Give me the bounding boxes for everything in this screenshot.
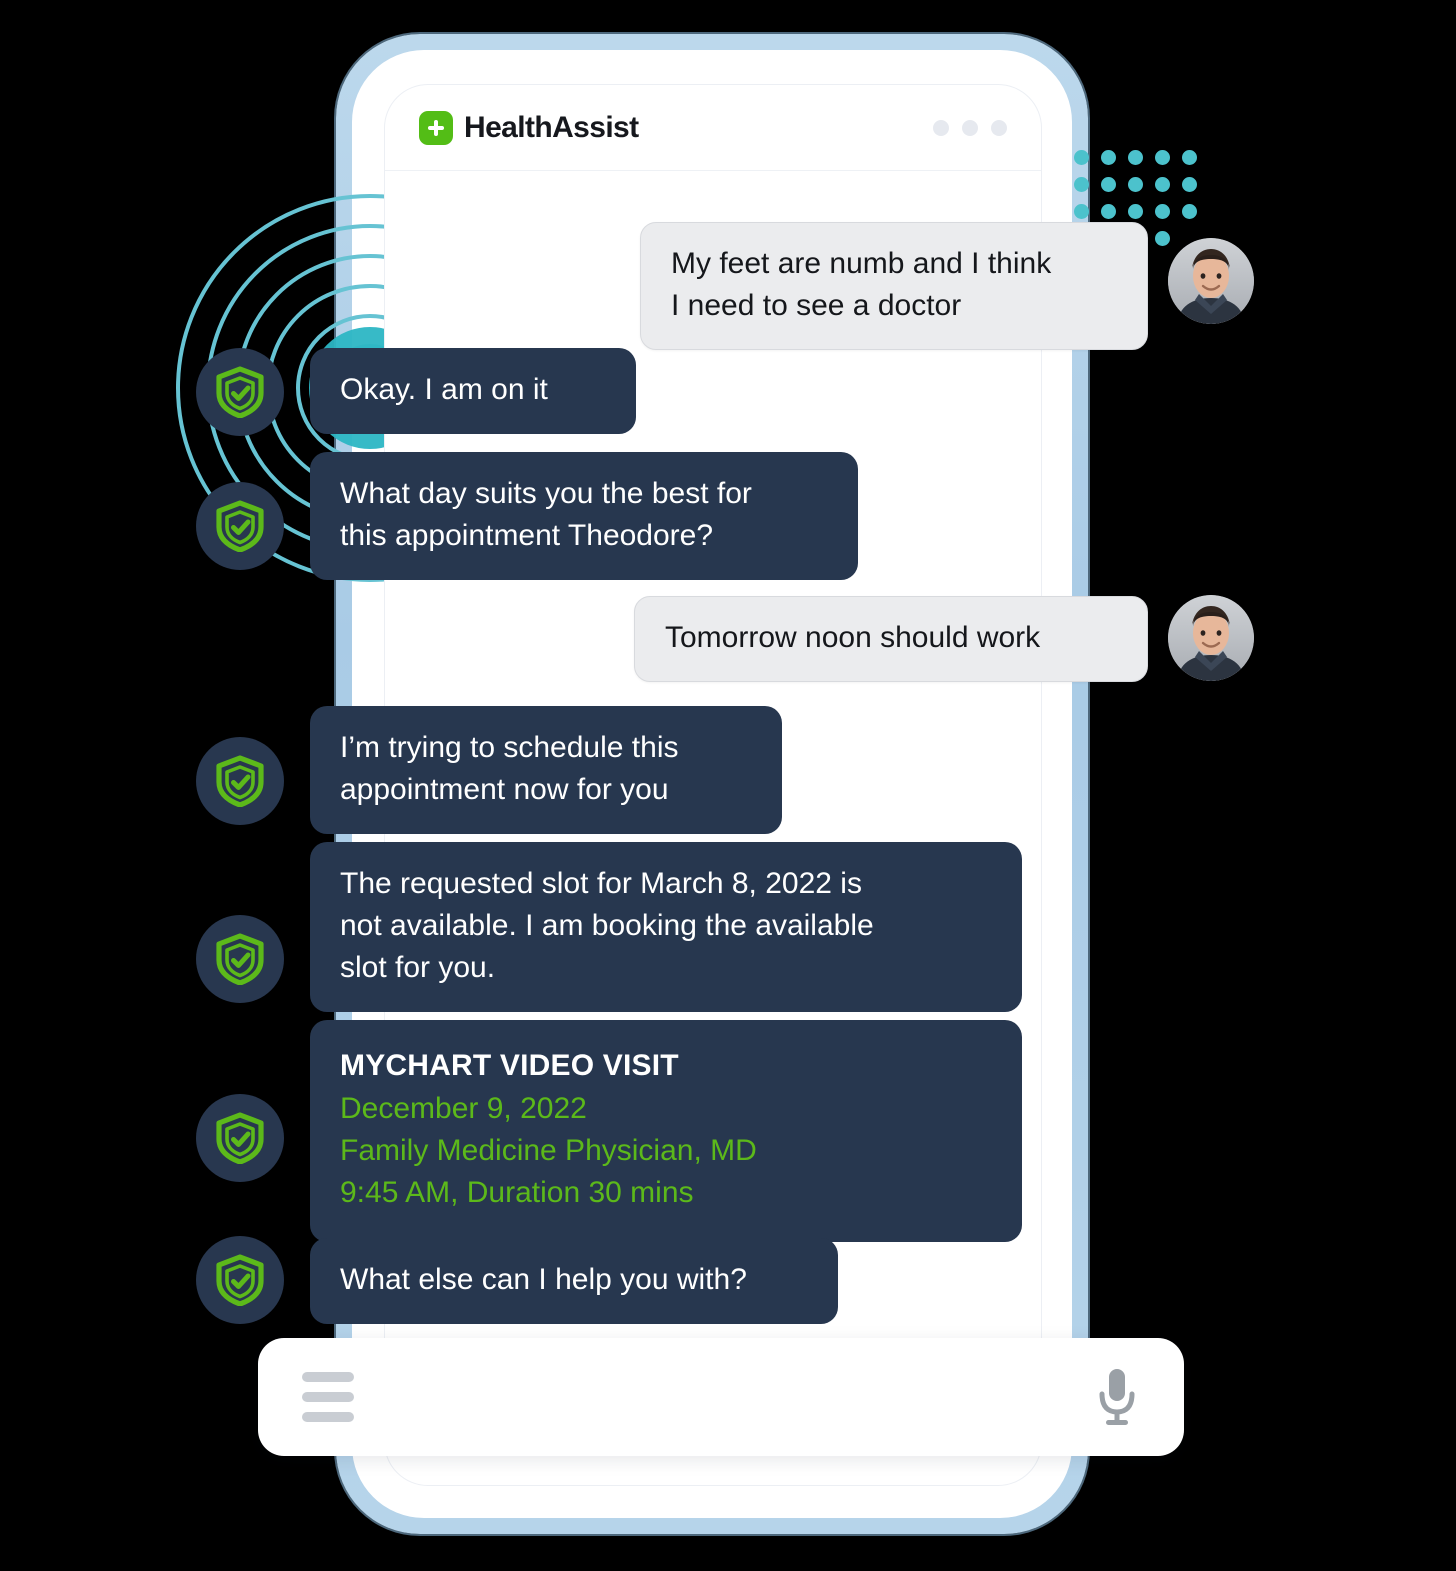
dot-1 bbox=[933, 119, 949, 136]
microphone-icon[interactable] bbox=[1094, 1366, 1140, 1428]
message-line: this appointment Theodore? bbox=[340, 519, 714, 552]
message-bubble-bot: I’m trying to schedule this appointment … bbox=[310, 706, 782, 834]
grid-dot bbox=[1074, 204, 1089, 219]
grid-dot bbox=[1182, 177, 1197, 192]
avatar bbox=[1168, 238, 1254, 324]
screenshot-root: HealthAssist My feet are numb and I thin… bbox=[0, 0, 1456, 1571]
message-line: I need to see a doctor bbox=[671, 289, 962, 322]
message-line: slot for you. bbox=[340, 951, 496, 984]
three-dots-icon[interactable] bbox=[933, 119, 1007, 136]
hamburger-menu-icon[interactable] bbox=[302, 1372, 354, 1422]
message-line: Tomorrow noon should work bbox=[665, 621, 1041, 654]
shield-check-icon bbox=[216, 500, 264, 552]
appointment-card[interactable]: MYCHART VIDEO VISIT December 9, 2022 Fam… bbox=[310, 1020, 1022, 1242]
appointment-date: December 9, 2022 bbox=[340, 1092, 587, 1125]
green-plus-badge-icon bbox=[419, 110, 453, 145]
message-bubble-bot: What else can I help you with? bbox=[310, 1238, 838, 1324]
dot-2 bbox=[962, 119, 978, 136]
avatar bbox=[196, 348, 284, 436]
shield-check-icon bbox=[216, 933, 264, 985]
microphone-glyph bbox=[1099, 1369, 1135, 1425]
shield-check-icon bbox=[216, 1254, 264, 1306]
grid-dot bbox=[1128, 150, 1143, 165]
avatar bbox=[196, 915, 284, 1003]
dot-3 bbox=[991, 119, 1007, 136]
grid-dot bbox=[1155, 177, 1170, 192]
message-line: The requested slot for March 8, 2022 is bbox=[340, 867, 862, 900]
message-line: What else can I help you with? bbox=[340, 1263, 747, 1296]
message-bubble-user: My feet are numb and I think I need to s… bbox=[640, 222, 1148, 350]
grid-dot bbox=[1101, 204, 1116, 219]
shield-check-icon bbox=[216, 1112, 264, 1164]
avatar bbox=[196, 1236, 284, 1324]
message-line: appointment now for you bbox=[340, 773, 669, 806]
message-bubble-user: Tomorrow noon should work bbox=[634, 596, 1148, 682]
user-photo-avatar bbox=[1168, 238, 1254, 324]
appointment-time: 9:45 AM, Duration 30 mins bbox=[340, 1176, 694, 1209]
avatar bbox=[196, 737, 284, 825]
hamburger-bar-3 bbox=[302, 1412, 354, 1422]
user-photo-avatar bbox=[1168, 595, 1254, 681]
shield-check-icon bbox=[216, 366, 264, 418]
grid-dot bbox=[1128, 204, 1143, 219]
brand: HealthAssist bbox=[419, 110, 639, 145]
message-bubble-bot: What day suits you the best for this app… bbox=[310, 452, 858, 580]
message-line: My feet are numb and I think bbox=[671, 247, 1052, 280]
grid-dot bbox=[1182, 204, 1197, 219]
grid-dot bbox=[1155, 204, 1170, 219]
hamburger-bar-2 bbox=[302, 1392, 354, 1402]
message-line: I’m trying to schedule this bbox=[340, 731, 679, 764]
hamburger-bar-1 bbox=[302, 1372, 354, 1382]
grid-dot bbox=[1182, 150, 1197, 165]
shield-check-icon bbox=[216, 755, 264, 807]
message-composer[interactable] bbox=[258, 1338, 1184, 1456]
avatar bbox=[196, 1094, 284, 1182]
grid-dot bbox=[1101, 150, 1116, 165]
message-line: Okay. I am on it bbox=[340, 373, 548, 406]
avatar bbox=[196, 482, 284, 570]
appointment-title: MYCHART VIDEO VISIT bbox=[340, 1049, 679, 1082]
message-bubble-bot: Okay. I am on it bbox=[310, 348, 636, 434]
avatar bbox=[1168, 595, 1254, 681]
grid-dot bbox=[1074, 150, 1089, 165]
grid-dot bbox=[1155, 150, 1170, 165]
grid-dot bbox=[1128, 177, 1143, 192]
message-line: What day suits you the best for bbox=[340, 477, 752, 510]
grid-dot bbox=[1155, 231, 1170, 246]
app-title: HealthAssist bbox=[464, 110, 639, 144]
grid-dot bbox=[1101, 177, 1116, 192]
app-header: HealthAssist bbox=[385, 85, 1041, 171]
grid-dot bbox=[1074, 177, 1089, 192]
message-bubble-bot: The requested slot for March 8, 2022 is … bbox=[310, 842, 1022, 1012]
message-line: not available. I am booking the availabl… bbox=[340, 909, 874, 942]
appointment-provider: Family Medicine Physician, MD bbox=[340, 1134, 757, 1167]
